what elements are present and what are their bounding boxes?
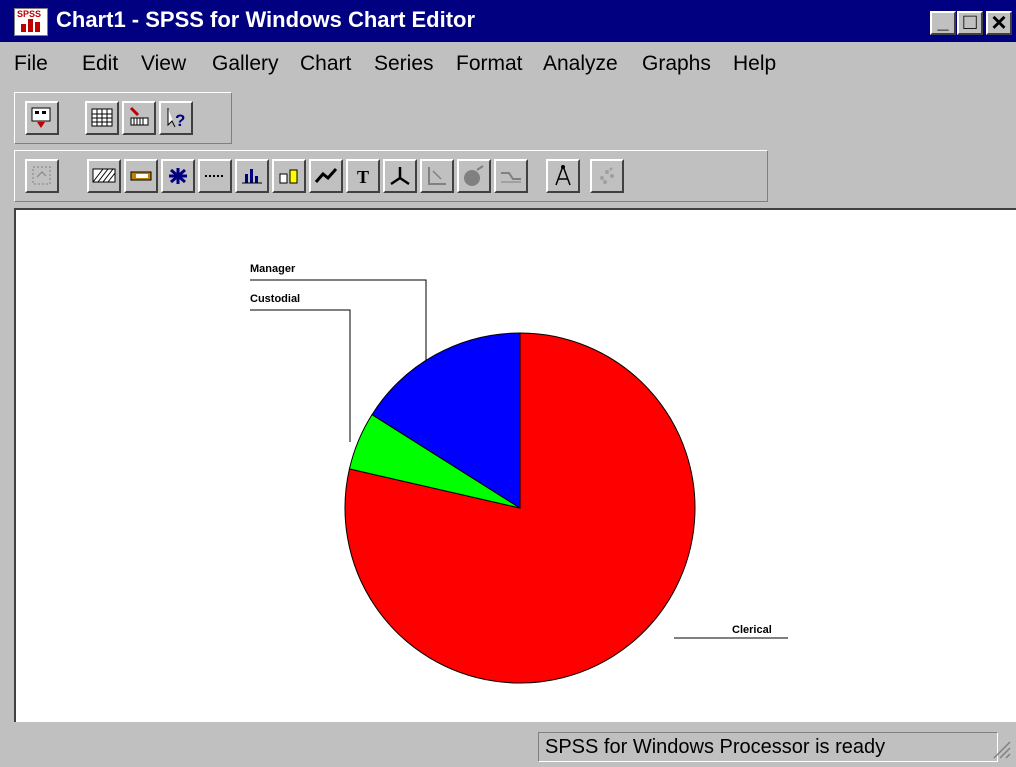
swap-axes-icon	[428, 167, 446, 185]
maximize-button[interactable]: □	[957, 11, 983, 35]
rotate-3d-icon	[390, 167, 410, 186]
chart-recall-button[interactable]	[122, 101, 156, 135]
svg-text:?: ?	[175, 111, 185, 130]
chart-canvas: Clerical Custodial Manager	[14, 208, 1016, 722]
break-line-icon	[501, 172, 521, 183]
slice-label-manager[interactable]: Manager	[250, 263, 296, 275]
color-button[interactable]	[124, 159, 158, 193]
grid-icon	[91, 108, 113, 127]
bar-label-button[interactable]	[272, 159, 306, 193]
resize-grip-icon[interactable]	[990, 738, 1012, 760]
pie-chart[interactable]: Clerical Custodial Manager	[16, 210, 1016, 722]
interpolation-icon	[314, 168, 338, 183]
point-id-icon	[600, 167, 614, 184]
slice-label-clerical[interactable]: Clerical	[732, 624, 772, 636]
minimize-button[interactable]: _	[930, 11, 956, 35]
menu-help[interactable]: Help	[733, 52, 776, 76]
whats-this-button[interactable]: ?	[159, 101, 193, 135]
bar-label-icon	[279, 169, 298, 184]
explode-slice-button[interactable]	[457, 159, 491, 193]
menu-edit[interactable]: Edit	[82, 52, 118, 76]
status-bar: SPSS for Windows Processor is ready	[0, 724, 1016, 767]
menu-view[interactable]: View	[141, 52, 186, 76]
explode-slice-icon	[464, 165, 484, 186]
bar-style-icon	[242, 169, 262, 184]
close-button[interactable]: ×	[986, 9, 1012, 35]
app-icon-bar	[35, 22, 40, 32]
chart-recall-icon	[129, 106, 149, 126]
app-icon-bar	[28, 19, 33, 32]
bar-style-button[interactable]	[235, 159, 269, 193]
window-title: Chart1 - SPSS for Windows Chart Editor	[56, 7, 476, 32]
marker-button[interactable]	[161, 159, 195, 193]
app-icon-bar	[21, 24, 26, 32]
point-id-button[interactable]	[590, 159, 624, 193]
data-editor-icon	[31, 107, 51, 128]
whats-this-icon: ?	[167, 108, 185, 130]
grid-button[interactable]	[85, 101, 119, 135]
marker-icon	[169, 168, 187, 184]
data-editor-button[interactable]	[25, 101, 59, 135]
text-icon: T	[357, 167, 369, 187]
app-icon-text: SPSS	[17, 9, 42, 19]
svg-text:T: T	[357, 167, 369, 187]
menu-format[interactable]: Format	[456, 52, 523, 76]
callout-line-manager	[250, 279, 427, 360]
title-bar: SPSS Chart1 - SPSS for Windows Chart Edi…	[0, 0, 1016, 42]
fill-pattern-button[interactable]	[87, 159, 121, 193]
menu-chart[interactable]: Chart	[300, 52, 351, 76]
menu-graphs[interactable]: Graphs	[642, 52, 711, 76]
line-style-icon	[205, 175, 225, 177]
status-text: SPSS for Windows Processor is ready	[538, 732, 998, 762]
menu-file[interactable]: File	[14, 52, 48, 76]
chart-toolbar: T	[14, 150, 768, 202]
rotate-3d-button[interactable]	[383, 159, 417, 193]
interpolation-button[interactable]	[309, 159, 343, 193]
fill-pattern-icon	[92, 168, 116, 183]
callout-line-custodial	[250, 309, 351, 442]
text-button[interactable]: T	[346, 159, 380, 193]
spin-mode-button[interactable]	[546, 159, 580, 193]
slice-label-custodial[interactable]: Custodial	[250, 293, 300, 305]
menu-bar: File Edit View Gallery Chart Series Form…	[0, 44, 1016, 86]
standard-toolbar: ?	[14, 92, 232, 144]
break-line-button[interactable]	[494, 159, 528, 193]
swap-axes-button[interactable]	[420, 159, 454, 193]
menu-analyze[interactable]: Analyze	[543, 52, 618, 76]
point-selection-button[interactable]	[25, 159, 59, 193]
menu-gallery[interactable]: Gallery	[212, 52, 279, 76]
color-icon	[130, 171, 152, 181]
point-selection-icon	[32, 166, 51, 185]
spss-app-icon[interactable]: SPSS	[14, 8, 48, 36]
menu-series[interactable]: Series	[374, 52, 434, 76]
line-style-button[interactable]	[198, 159, 232, 193]
spin-mode-icon	[555, 165, 571, 186]
